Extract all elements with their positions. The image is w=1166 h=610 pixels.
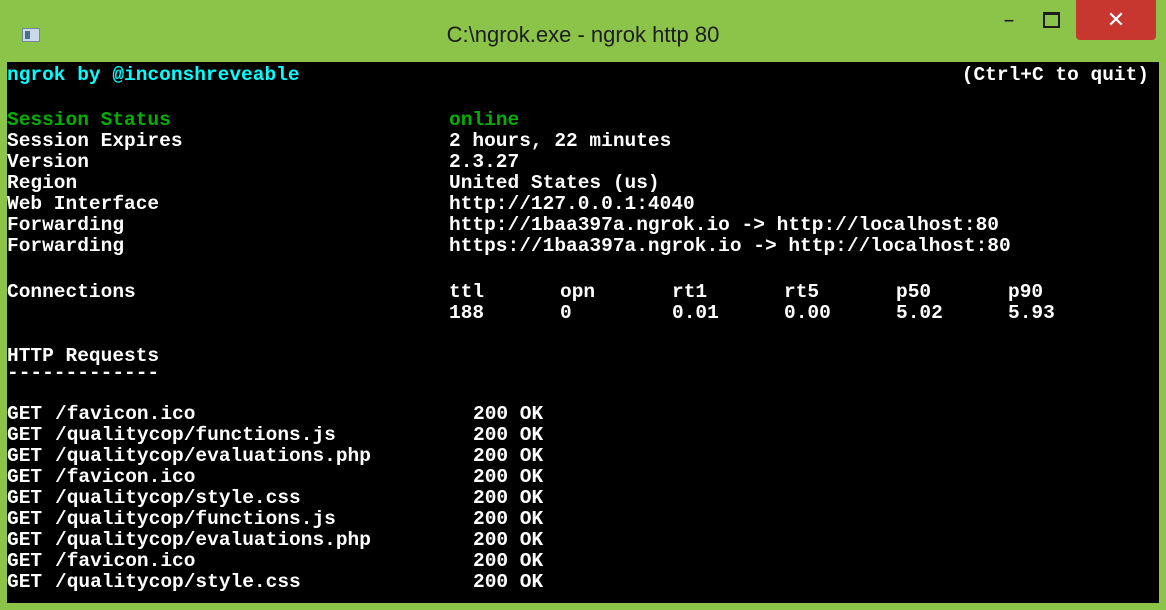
stat-header: ttl (449, 281, 485, 303)
brand-header: ngrok by @inconshreveable (7, 64, 300, 86)
session-value: http://127.0.0.1:4040 (449, 193, 695, 215)
close-button[interactable]: ✕ (1076, 0, 1156, 40)
request-path: /qualitycop/style.css (55, 487, 301, 509)
request-path: /favicon.ico (55, 550, 196, 572)
request-method: GET (7, 571, 43, 593)
request-path: /qualitycop/functions.js (55, 508, 336, 530)
request-status: 200 OK (473, 424, 544, 446)
request-status: 200 OK (473, 508, 544, 530)
session-value: online (449, 109, 520, 131)
request-method: GET (7, 550, 43, 572)
stat-value: 0.00 (784, 302, 831, 324)
session-label: Web Interface (7, 193, 160, 215)
request-path: /favicon.ico (55, 403, 196, 425)
title-bar[interactable]: C:\ngrok.exe - ngrok http 80 – ✕ (0, 0, 1166, 62)
maximize-icon (1042, 12, 1060, 28)
stat-value: 0.01 (672, 302, 719, 324)
stat-value: 0 (560, 302, 572, 324)
request-status: 200 OK (473, 445, 544, 467)
session-value: https://1baa397a.ngrok.io -> http://loca… (449, 235, 1011, 257)
session-label: Forwarding (7, 214, 125, 236)
request-status: 200 OK (473, 487, 544, 509)
request-path: /qualitycop/style.css (55, 571, 301, 593)
close-icon: ✕ (1106, 7, 1126, 33)
request-status: 200 OK (473, 466, 544, 488)
stat-header: opn (560, 281, 596, 303)
request-status: 200 OK (473, 571, 544, 593)
stat-header: p50 (896, 281, 932, 303)
request-path: /qualitycop/evaluations.php (55, 445, 371, 467)
http-requests-underline: ------------- (7, 362, 160, 384)
request-path: /qualitycop/functions.js (55, 424, 336, 446)
session-value: 2.3.27 (449, 151, 520, 173)
stat-header: rt5 (784, 281, 820, 303)
request-method: GET (7, 403, 43, 425)
request-method: GET (7, 529, 43, 551)
session-label: Session Expires (7, 130, 183, 152)
request-status: 200 OK (473, 550, 544, 572)
request-method: GET (7, 445, 43, 467)
stat-header: p90 (1008, 281, 1044, 303)
minimize-button[interactable]: – (992, 0, 1026, 40)
quit-hint: (Ctrl+C to quit) (961, 64, 1149, 86)
request-path: /favicon.ico (55, 466, 196, 488)
stat-value: 5.02 (896, 302, 943, 324)
stat-value: 188 (449, 302, 485, 324)
request-method: GET (7, 466, 43, 488)
request-method: GET (7, 424, 43, 446)
request-status: 200 OK (473, 529, 544, 551)
console-window: C:\ngrok.exe - ngrok http 80 – ✕ ngrok b… (0, 0, 1166, 610)
session-value: http://1baa397a.ngrok.io -> http://local… (449, 214, 999, 236)
session-label: Region (7, 172, 78, 194)
request-path: /qualitycop/evaluations.php (55, 529, 371, 551)
stat-header: rt1 (672, 281, 708, 303)
request-status: 200 OK (473, 403, 544, 425)
maximize-button[interactable] (1034, 0, 1068, 40)
session-label: Version (7, 151, 89, 173)
session-value: 2 hours, 22 minutes (449, 130, 672, 152)
session-label: Forwarding (7, 235, 125, 257)
session-label: Session Status (7, 109, 171, 131)
stat-value: 5.93 (1008, 302, 1055, 324)
request-method: GET (7, 487, 43, 509)
session-value: United States (us) (449, 172, 660, 194)
console-output[interactable]: ngrok by @inconshreveable (Ctrl+C to qui… (7, 62, 1159, 603)
request-method: GET (7, 508, 43, 530)
minimize-icon: – (1003, 7, 1015, 33)
connections-label: Connections (7, 281, 136, 303)
